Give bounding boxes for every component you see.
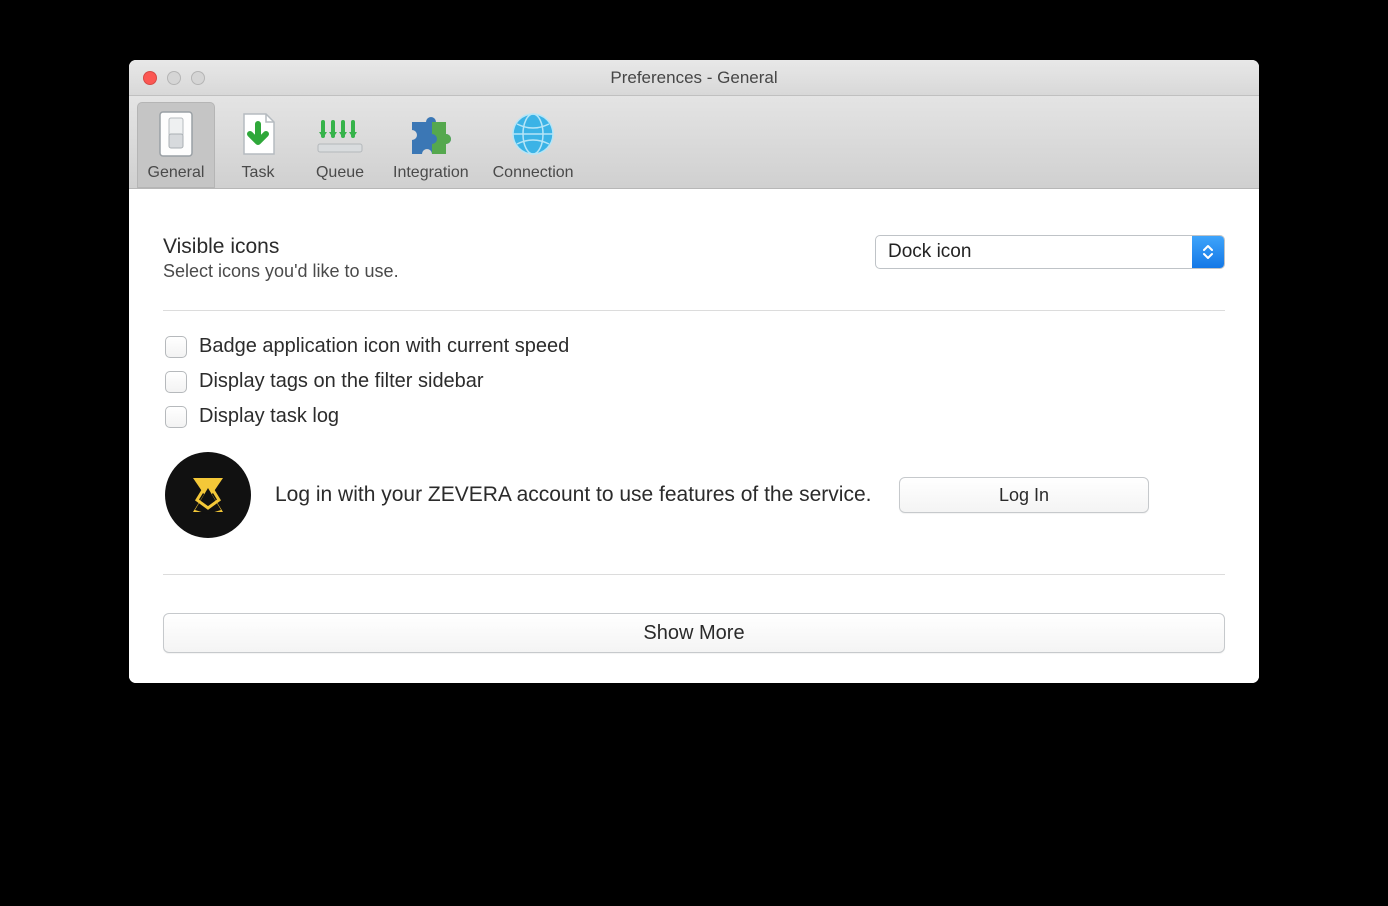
checkbox[interactable] [165, 336, 187, 358]
window-title: Preferences - General [129, 68, 1259, 88]
zevera-logo-icon [165, 452, 251, 538]
tab-label: Integration [393, 164, 469, 182]
tab-queue[interactable]: Queue [301, 102, 379, 188]
account-text: Log in with your ZEVERA account to use f… [275, 480, 875, 509]
tab-label: General [148, 164, 205, 182]
traffic-lights [129, 71, 205, 85]
zoom-button[interactable] [191, 71, 205, 85]
queue-icon [312, 106, 368, 162]
checkbox-label: Badge application icon with current spee… [199, 335, 569, 358]
tab-connection[interactable]: Connection [483, 102, 584, 188]
option-display-log[interactable]: Display task log [163, 399, 1225, 434]
checkbox-label: Display task log [199, 405, 339, 428]
content-area: Visible icons Select icons you'd like to… [129, 189, 1259, 683]
close-button[interactable] [143, 71, 157, 85]
account-row: Log in with your ZEVERA account to use f… [163, 434, 1225, 556]
toolbar: General Task [129, 96, 1259, 189]
select-value: Dock icon [876, 236, 1192, 268]
tab-label: Queue [316, 164, 364, 182]
divider [163, 574, 1225, 575]
visible-icons-text: Visible icons Select icons you'd like to… [163, 235, 399, 282]
visible-icons-title: Visible icons [163, 235, 399, 259]
login-button[interactable]: Log In [899, 477, 1149, 513]
checkbox[interactable] [165, 371, 187, 393]
visible-icons-subtitle: Select icons you'd like to use. [163, 261, 399, 282]
checkbox-label: Display tags on the filter sidebar [199, 370, 484, 393]
chevron-updown-icon [1192, 236, 1224, 268]
option-badge-speed[interactable]: Badge application icon with current spee… [163, 329, 1225, 364]
option-display-tags[interactable]: Display tags on the filter sidebar [163, 364, 1225, 399]
tab-label: Connection [493, 164, 574, 182]
show-more-button[interactable]: Show More [163, 613, 1225, 653]
visible-icons-row: Visible icons Select icons you'd like to… [163, 235, 1225, 282]
puzzle-icon [403, 106, 459, 162]
checkbox[interactable] [165, 406, 187, 428]
preferences-window: Preferences - General General Task [129, 60, 1259, 683]
minimize-button[interactable] [167, 71, 181, 85]
titlebar: Preferences - General [129, 60, 1259, 96]
switch-icon [148, 106, 204, 162]
tab-integration[interactable]: Integration [383, 102, 479, 188]
tab-label: Task [242, 164, 275, 182]
tab-task[interactable]: Task [219, 102, 297, 188]
divider [163, 310, 1225, 311]
visible-icons-select[interactable]: Dock icon [875, 235, 1225, 269]
tab-general[interactable]: General [137, 102, 215, 188]
globe-icon [505, 106, 561, 162]
download-file-icon [230, 106, 286, 162]
